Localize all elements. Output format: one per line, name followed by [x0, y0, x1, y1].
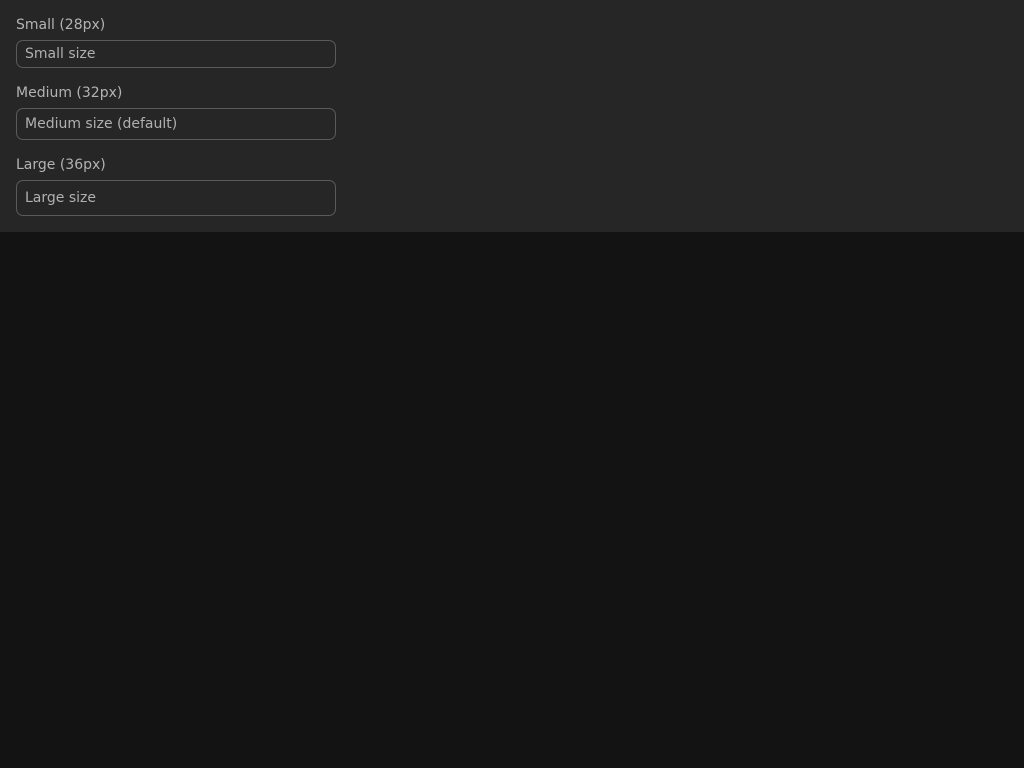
medium-size-input[interactable]: [16, 108, 336, 140]
small-input-group: Small (28px): [16, 16, 336, 68]
large-input-label: Large (36px): [16, 157, 106, 173]
medium-input-group: Medium (32px): [16, 84, 336, 140]
input-size-panel: Small (28px) Medium (32px) Large (36px): [0, 0, 1024, 232]
large-size-input[interactable]: [16, 180, 336, 216]
small-size-input[interactable]: [16, 40, 336, 68]
large-input-group: Large (36px): [16, 156, 336, 216]
medium-input-label: Medium (32px): [16, 85, 123, 101]
small-input-label: Small (28px): [16, 17, 106, 33]
